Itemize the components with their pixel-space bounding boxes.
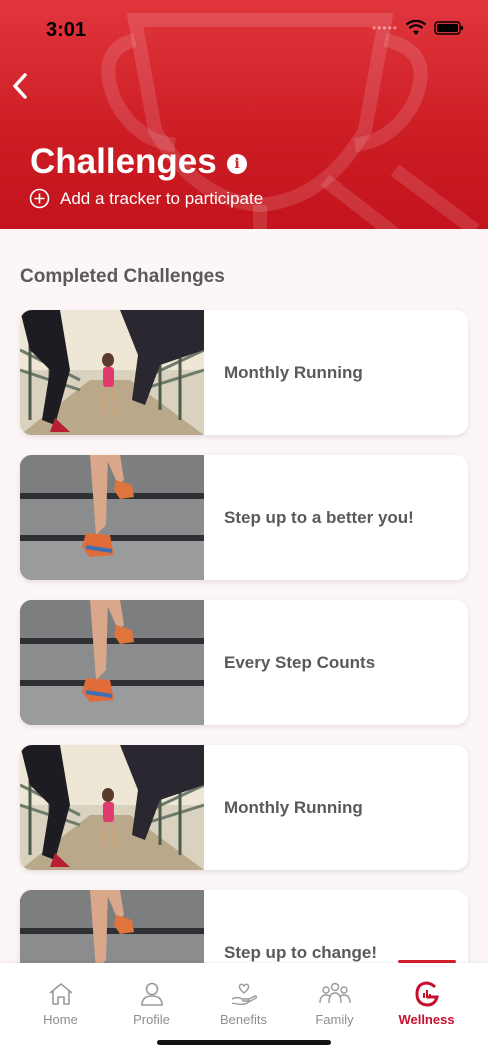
battery-icon — [434, 21, 463, 35]
challenge-title: Monthly Running — [224, 797, 363, 817]
plus-circle-icon — [29, 188, 50, 209]
tab-label: Profile — [133, 1012, 170, 1027]
challenge-card[interactable]: Monthly Running — [20, 745, 468, 870]
stairs-photo — [20, 455, 204, 580]
benefits-icon — [231, 983, 257, 1006]
add-tracker-button[interactable]: Add a tracker to participate — [29, 188, 263, 209]
challenge-card[interactable]: Every Step Counts — [20, 600, 468, 725]
challenge-title: Monthly Running — [224, 362, 363, 382]
home-icon — [48, 983, 73, 1005]
tab-label: Benefits — [220, 1012, 267, 1027]
tab-wellness[interactable]: Wellness — [378, 963, 475, 1033]
info-icon[interactable]: i — [227, 154, 247, 174]
wifi-icon — [406, 20, 426, 35]
back-chevron-icon[interactable] — [8, 70, 32, 102]
family-icon — [318, 982, 351, 1004]
wellness-icon — [414, 981, 439, 1007]
profile-icon — [140, 982, 163, 1006]
tab-home[interactable]: Home — [12, 963, 109, 1033]
section-title: Completed Challenges — [20, 266, 225, 287]
tab-label: Home — [43, 1012, 78, 1027]
page-title: Challenges — [30, 142, 217, 181]
stairs-photo — [20, 600, 204, 725]
tab-family[interactable]: Family — [286, 963, 383, 1033]
challenge-title: Step up to a better you! — [224, 507, 414, 527]
status-icons: ••••• — [372, 20, 464, 36]
signal-dots: ••••• — [371, 21, 398, 35]
tab-label: Family — [315, 1012, 354, 1027]
tab-label: Wellness — [398, 1012, 455, 1027]
home-indicator — [157, 1040, 331, 1045]
tab-profile[interactable]: Profile — [103, 963, 200, 1033]
challenge-card[interactable]: Monthly Running — [20, 310, 468, 435]
status-time: 3:01 — [46, 19, 87, 41]
tab-benefits[interactable]: Benefits — [195, 963, 292, 1033]
runner-bridge-photo — [20, 310, 204, 435]
runner-bridge-photo — [20, 745, 204, 870]
challenge-card[interactable]: Step up to a better you! — [20, 455, 468, 580]
header: 3:01 ••••• Challenges i Add a tracker to… — [0, 0, 488, 229]
add-tracker-label: Add a tracker to participate — [60, 188, 264, 208]
challenge-title: Every Step Counts — [224, 652, 376, 672]
